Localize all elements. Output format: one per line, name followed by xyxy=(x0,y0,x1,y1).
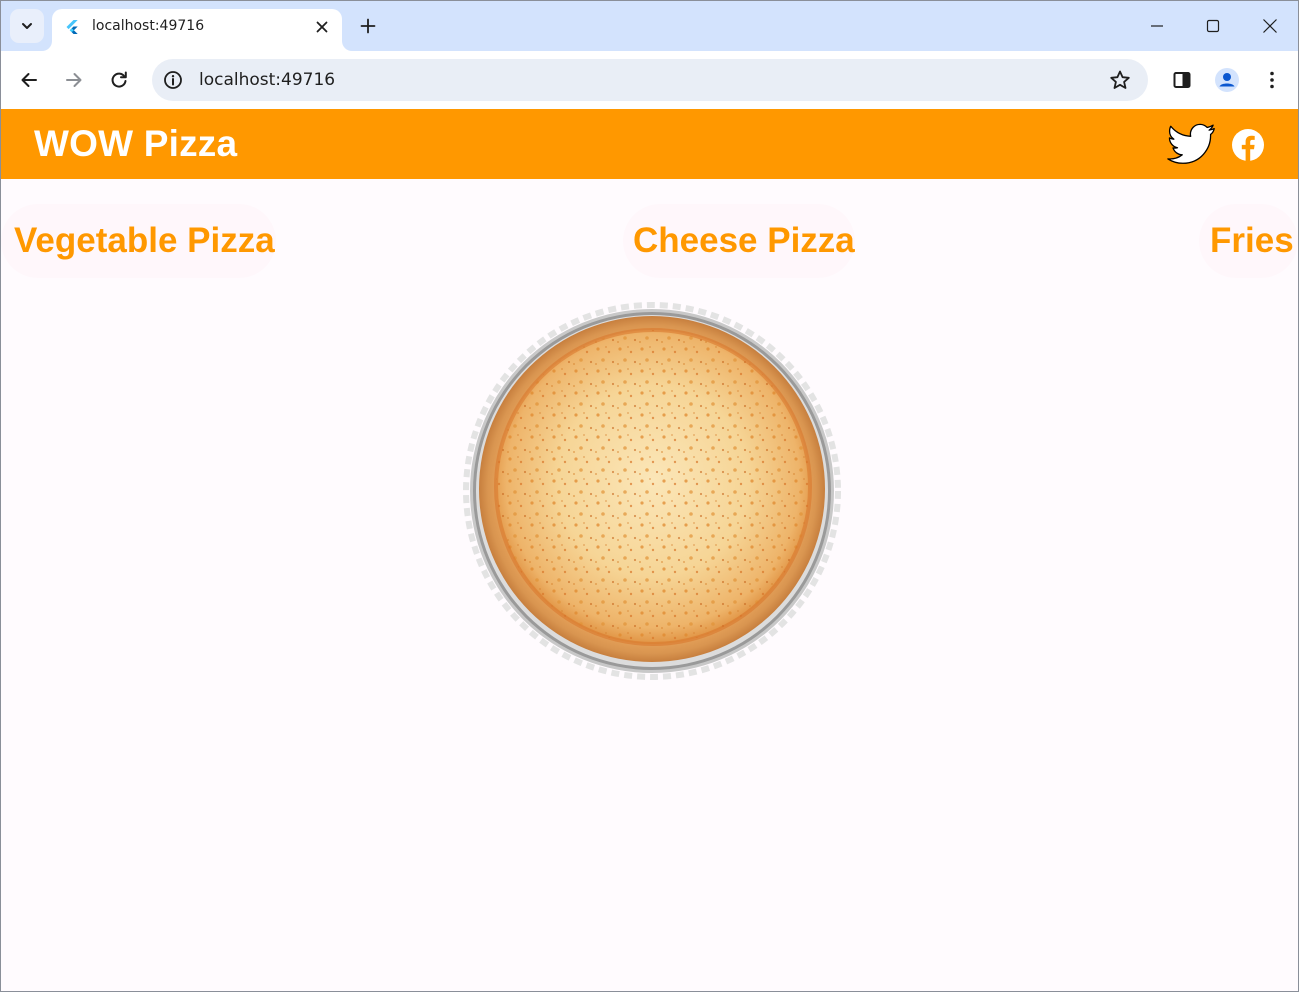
browser-toolbar: localhost:49716 xyxy=(1,51,1298,109)
browser-tab[interactable]: localhost:49716 xyxy=(52,9,342,51)
forward-button[interactable] xyxy=(58,64,90,96)
app-title: WOW Pizza xyxy=(34,123,238,164)
tab-search-button[interactable] xyxy=(10,9,44,43)
browser-window: localhost:49716 localhost:49716 WOW Pizz… xyxy=(0,0,1299,992)
category-label: Cheese Pizza xyxy=(633,221,855,260)
address-bar[interactable]: localhost:49716 xyxy=(152,59,1148,101)
category-vegetable-pizza[interactable]: Vegetable Pizza xyxy=(1,204,276,278)
chevron-down-icon xyxy=(22,23,32,29)
maximize-button[interactable] xyxy=(1190,7,1236,45)
app-bar: WOW Pizza xyxy=(1,109,1298,179)
bookmark-button[interactable] xyxy=(1108,68,1132,92)
twitter-button[interactable] xyxy=(1167,123,1217,165)
maximize-icon xyxy=(1206,19,1220,33)
side-panel-icon xyxy=(1173,72,1191,88)
profile-icon xyxy=(1215,68,1239,92)
new-tab-button[interactable] xyxy=(355,13,381,39)
category-fries[interactable]: Fries xyxy=(1199,204,1298,278)
close-icon xyxy=(316,21,328,33)
side-panel-button[interactable] xyxy=(1166,64,1198,96)
star-icon xyxy=(1110,70,1130,89)
minimize-button[interactable] xyxy=(1134,7,1180,45)
arrow-right-icon xyxy=(66,73,82,87)
url-text: localhost:49716 xyxy=(199,70,336,90)
tab-close-button[interactable] xyxy=(312,17,332,37)
plus-icon xyxy=(360,18,376,34)
tab-strip: localhost:49716 xyxy=(1,1,1298,51)
close-icon xyxy=(1263,19,1277,33)
facebook-button[interactable] xyxy=(1231,128,1265,162)
site-info-button[interactable] xyxy=(162,69,184,91)
category-cheese-pizza[interactable]: Cheese Pizza xyxy=(623,204,855,278)
close-window-button[interactable] xyxy=(1247,7,1293,45)
twitter-icon xyxy=(1167,123,1215,164)
arrow-left-icon xyxy=(21,73,37,87)
category-label: Fries xyxy=(1210,221,1294,260)
tab-title: localhost:49716 xyxy=(92,18,205,34)
info-icon xyxy=(164,71,182,89)
flutter-icon xyxy=(66,20,78,34)
category-label: Vegetable Pizza xyxy=(14,221,275,260)
more-vert-icon xyxy=(1270,71,1274,89)
cheese-pizza-image xyxy=(463,302,841,680)
profile-button[interactable] xyxy=(1211,64,1243,96)
back-button[interactable] xyxy=(13,64,45,96)
browser-menu-button[interactable] xyxy=(1256,64,1288,96)
reload-button[interactable] xyxy=(103,64,135,96)
reload-icon xyxy=(111,71,127,88)
facebook-icon xyxy=(1232,129,1264,161)
minimize-icon xyxy=(1151,25,1163,27)
